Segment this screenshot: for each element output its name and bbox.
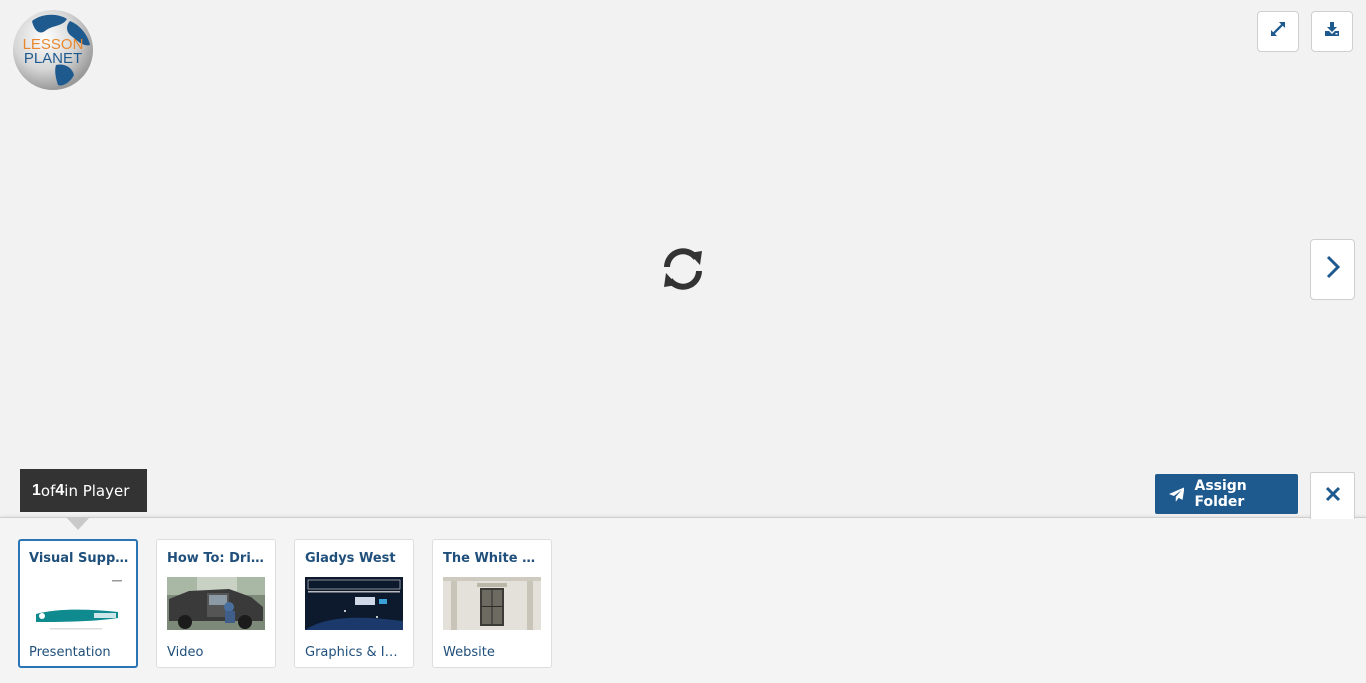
item-title: The White H...: [443, 551, 543, 566]
current-index: 1: [32, 481, 41, 499]
lesson-planet-logo[interactable]: LESSON PLANET: [12, 9, 94, 91]
tooltip-pointer: [66, 517, 90, 530]
tray-item-video[interactable]: How To: Driv... Video: [156, 539, 276, 668]
player-position-label: 1 of 4 in Player: [20, 469, 147, 512]
item-thumbnail: [167, 577, 265, 630]
assign-folder-label: Assign Folder: [1194, 478, 1247, 510]
item-type: Graphics & Im...: [305, 645, 405, 660]
tray-item-website[interactable]: The White H... Website: [432, 539, 552, 668]
fullscreen-button[interactable]: [1257, 11, 1299, 52]
chevron-right-icon: [1325, 254, 1341, 285]
refresh-icon: [659, 248, 707, 296]
tray-item-graphics[interactable]: Gladys West Graphics & Im...: [294, 539, 414, 668]
item-type: Website: [443, 645, 495, 660]
counter-suffix: in Player: [64, 481, 130, 500]
item-thumbnail: [443, 577, 541, 630]
expand-icon: [1269, 20, 1287, 43]
item-type: Video: [167, 645, 204, 660]
item-title: Visual Suppo...: [29, 551, 129, 566]
download-button[interactable]: [1311, 11, 1353, 52]
close-tray-button[interactable]: [1310, 472, 1355, 519]
item-thumbnail: [305, 577, 403, 630]
next-item-button[interactable]: [1310, 239, 1355, 300]
paper-plane-icon: [1169, 486, 1185, 502]
item-type: Presentation: [29, 645, 111, 660]
assign-folder-button[interactable]: Assign Folder: [1155, 474, 1298, 514]
close-icon: [1325, 486, 1341, 507]
item-thumbnail: [30, 578, 128, 631]
loading-spinner: [659, 246, 707, 292]
item-title: How To: Driv...: [167, 551, 267, 566]
item-title: Gladys West: [305, 551, 396, 566]
counter-of: of: [40, 481, 56, 500]
total-count: 4: [55, 481, 65, 499]
download-icon: [1324, 21, 1340, 42]
svg-text:PLANET: PLANET: [24, 50, 82, 67]
tray-item-presentation[interactable]: Visual Suppo... Presentation: [18, 539, 138, 668]
